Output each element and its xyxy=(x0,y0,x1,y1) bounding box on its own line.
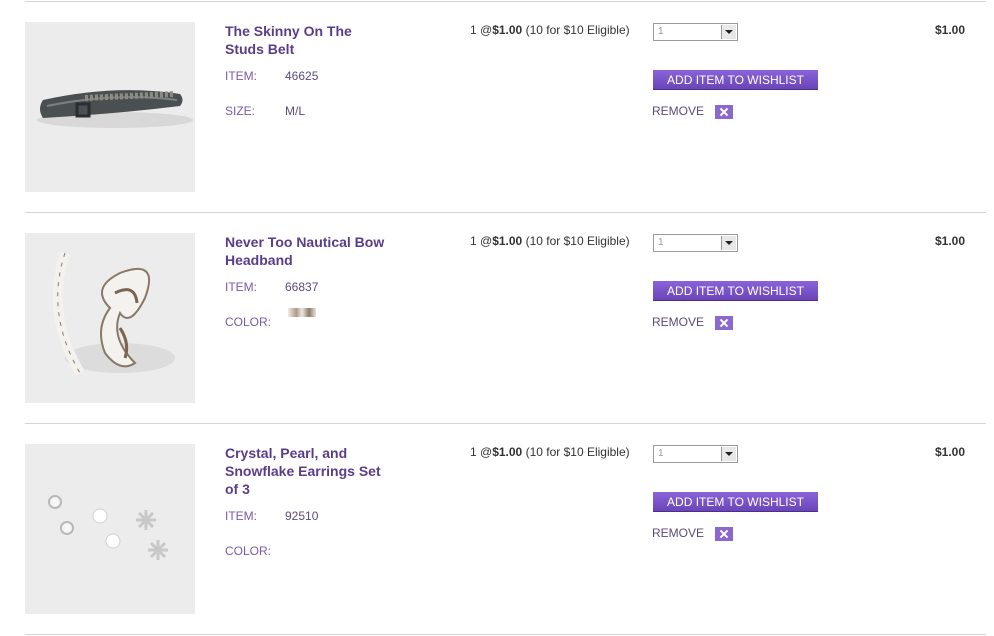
unit-price: 1 @$1.00 (10 for $10 Eligible) xyxy=(470,23,630,37)
cart-list: The Skinny On The Studs Belt ITEM: 46625… xyxy=(0,0,994,636)
color-label: COLOR: xyxy=(225,315,272,329)
price-promo-note: (10 for $10 Eligible) xyxy=(525,234,630,248)
item-number-label: ITEM: xyxy=(225,69,257,83)
size-label: SIZE: xyxy=(225,104,256,118)
quantity-select[interactable]: 1 xyxy=(653,234,738,252)
item-number-value: 46625 xyxy=(285,69,319,83)
price-promo-note: (10 for $10 Eligible) xyxy=(525,445,630,459)
price-amount: $1.00 xyxy=(492,445,523,459)
remove-link[interactable]: REMOVE xyxy=(652,526,704,540)
color-label: COLOR: xyxy=(225,544,272,558)
headband-image[interactable] xyxy=(25,233,195,403)
item-number-value: 66837 xyxy=(285,280,319,294)
quantity-select[interactable]: 1 xyxy=(653,23,738,41)
price-amount: $1.00 xyxy=(492,23,523,37)
price-promo-note: (10 for $10 Eligible) xyxy=(525,23,630,37)
remove-link[interactable]: REMOVE xyxy=(652,104,704,118)
line-total: $1.00 xyxy=(935,234,966,248)
close-icon[interactable] xyxy=(715,316,733,330)
close-icon[interactable] xyxy=(715,527,733,541)
price-amount: $1.00 xyxy=(492,234,523,248)
earrings-image[interactable] xyxy=(25,444,195,614)
item-number-value: 92510 xyxy=(285,509,319,523)
add-to-wishlist-button[interactable]: ADD ITEM TO WISHLIST xyxy=(653,281,818,301)
chevron-down-icon[interactable] xyxy=(721,25,736,39)
price-quantity: 1 @ xyxy=(470,445,493,459)
cart-item-row: Crystal, Pearl, and Snowflake Earrings S… xyxy=(0,423,994,634)
quantity-value: 1 xyxy=(658,448,664,459)
color-swatch xyxy=(288,308,316,317)
row-divider xyxy=(25,634,986,635)
size-value: M/L xyxy=(285,104,306,118)
item-number-label: ITEM: xyxy=(225,509,257,523)
cart-item-row: The Skinny On The Studs Belt ITEM: 46625… xyxy=(0,1,994,212)
quantity-value: 1 xyxy=(658,26,664,37)
belt-image[interactable] xyxy=(25,22,195,192)
close-icon[interactable] xyxy=(715,105,733,119)
product-name[interactable]: Crystal, Pearl, and Snowflake Earrings S… xyxy=(225,444,385,498)
item-number-label: ITEM: xyxy=(225,280,257,294)
price-quantity: 1 @ xyxy=(470,234,493,248)
unit-price: 1 @$1.00 (10 for $10 Eligible) xyxy=(470,234,630,248)
quantity-select[interactable]: 1 xyxy=(653,445,738,463)
unit-price: 1 @$1.00 (10 for $10 Eligible) xyxy=(470,445,630,459)
product-name[interactable]: The Skinny On The Studs Belt xyxy=(225,22,385,58)
line-total: $1.00 xyxy=(935,23,966,37)
chevron-down-icon[interactable] xyxy=(721,236,736,250)
cart-item-row: Never Too Nautical Bow Headband ITEM: 66… xyxy=(0,212,994,423)
price-quantity: 1 @ xyxy=(470,23,493,37)
line-total: $1.00 xyxy=(935,445,966,459)
add-to-wishlist-button[interactable]: ADD ITEM TO WISHLIST xyxy=(653,492,818,512)
product-name[interactable]: Never Too Nautical Bow Headband xyxy=(225,233,385,269)
add-to-wishlist-button[interactable]: ADD ITEM TO WISHLIST xyxy=(653,70,818,90)
chevron-down-icon[interactable] xyxy=(721,447,736,461)
remove-link[interactable]: REMOVE xyxy=(652,315,704,329)
quantity-value: 1 xyxy=(658,237,664,248)
